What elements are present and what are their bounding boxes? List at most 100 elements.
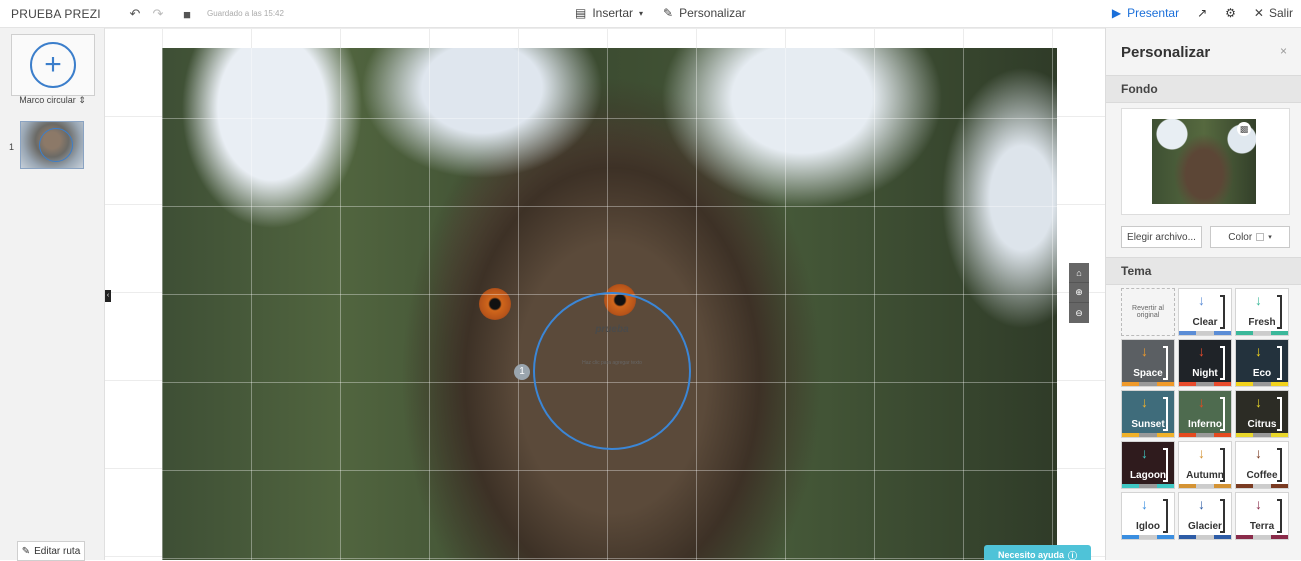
theme-name-label: Sunset	[1131, 419, 1165, 430]
theme-name-label: Clear	[1192, 317, 1218, 328]
theme-arrow-icon: ↓	[1198, 445, 1205, 461]
theme-eco[interactable]: ↓ Eco	[1235, 339, 1289, 387]
circular-frame[interactable]: prueba Haz clic para agregar texto	[533, 292, 691, 450]
theme-arrow-icon: ↓	[1255, 496, 1262, 512]
share-icon[interactable]: ↗	[1197, 6, 1207, 20]
theme-lagoon[interactable]: ↓ Lagoon	[1121, 441, 1175, 489]
home-icon[interactable]: ⌂	[1069, 263, 1089, 283]
theme-color-bars	[1122, 484, 1174, 488]
theme-color-bars	[1122, 535, 1174, 539]
theme-color-bars	[1236, 433, 1288, 437]
frames-sidebar: + Marco circular ⇕ 1 ✎ Editar ruta	[0, 28, 105, 561]
dropdown-arrow-icon: ▾	[1268, 234, 1272, 241]
theme-name-label: Space	[1133, 368, 1163, 379]
theme-name-label: Igloo	[1136, 521, 1160, 532]
theme-arrow-icon: ↓	[1141, 394, 1148, 410]
color-picker-button[interactable]: Color ▾	[1210, 226, 1290, 248]
zoom-controls: ⌂ ⊕ ⊖	[1069, 263, 1089, 323]
top-bar: PRUEBA PREZI ↶ ↷ ■ Guardado a las 15:42 …	[0, 0, 1301, 28]
customize-label: Personalizar	[679, 6, 746, 20]
edit-route-button[interactable]: ✎ Editar ruta	[17, 541, 85, 561]
presentation-title[interactable]: PRUEBA PREZI	[11, 7, 101, 21]
background-thumbnail: ▩	[1152, 119, 1256, 204]
frame-body-text[interactable]: Haz clic para agregar texto	[535, 360, 689, 366]
play-icon: ▶	[1111, 6, 1122, 20]
slide-thumbnail[interactable]	[20, 121, 84, 169]
theme-name-label: Terra	[1249, 521, 1275, 532]
theme-color-bars	[1179, 535, 1231, 539]
panel-close-icon[interactable]: ×	[1280, 44, 1287, 58]
question-icon: ⓘ	[1068, 550, 1078, 561]
theme-arrow-icon: ↓	[1198, 292, 1205, 308]
theme-name-label: Citrus	[1247, 419, 1277, 430]
theme-name-label: Autumn	[1186, 470, 1224, 481]
theme-name-label: Glacier	[1188, 521, 1222, 532]
settings-icon[interactable]: ⚙	[1225, 6, 1236, 20]
theme-coffee[interactable]: ↓ Coffee	[1235, 441, 1289, 489]
theme-citrus[interactable]: ↓ Citrus	[1235, 390, 1289, 438]
theme-autumn[interactable]: ↓ Autumn	[1178, 441, 1232, 489]
theme-name-label: Inferno	[1188, 419, 1222, 430]
trash-icon[interactable]: ▩	[1237, 122, 1251, 136]
saved-status: Guardado a las 15:42	[207, 9, 284, 18]
revert-label: Revertir al original	[1132, 305, 1164, 319]
theme-arrow-icon: ↓	[1198, 496, 1205, 512]
plus-icon: +	[30, 42, 76, 88]
customize-button[interactable]: ✎ Personalizar	[663, 6, 746, 20]
revert-theme-button[interactable]: Revertir al original	[1121, 288, 1175, 336]
present-label: Presentar	[1127, 6, 1180, 20]
theme-arrow-icon: ↓	[1198, 343, 1205, 359]
add-frame-button[interactable]: +	[11, 34, 95, 96]
theme-night[interactable]: ↓ Night	[1178, 339, 1232, 387]
theme-color-bars	[1122, 433, 1174, 437]
redo-icon[interactable]: ↷	[149, 5, 167, 23]
undo-icon[interactable]: ↶	[126, 5, 144, 23]
background-section-header: Fondo	[1106, 75, 1301, 103]
insert-menu[interactable]: ▤ Insertar ▾	[575, 6, 643, 20]
theme-name-label: Coffee	[1246, 470, 1278, 481]
choose-file-button[interactable]: Elegir archivo...	[1121, 226, 1202, 248]
save-icon[interactable]: ■	[178, 5, 196, 23]
theme-igloo[interactable]: ↓ Igloo	[1121, 492, 1175, 540]
theme-sunset[interactable]: ↓ Sunset	[1121, 390, 1175, 438]
pencil-icon: ✎	[663, 6, 674, 20]
help-label: Necesito ayuda	[997, 550, 1064, 560]
theme-glacier[interactable]: ↓ Glacier	[1178, 492, 1232, 540]
theme-color-bars	[1236, 484, 1288, 488]
color-swatch-icon	[1256, 233, 1265, 241]
theme-arrow-icon: ↓	[1255, 292, 1262, 308]
insert-label: Insertar	[592, 6, 634, 20]
zoom-out-icon[interactable]: ⊖	[1069, 303, 1089, 323]
slide-number: 1	[9, 142, 15, 152]
theme-name-label: Lagoon	[1129, 470, 1167, 481]
theme-space[interactable]: ↓ Space	[1121, 339, 1175, 387]
theme-clear[interactable]: ↓ Clear	[1178, 288, 1232, 336]
frame-path-number[interactable]: 1	[514, 364, 530, 380]
frame-title-text[interactable]: prueba	[535, 324, 689, 335]
customize-panel: Personalizar × Fondo ▩ Elegir archivo...…	[1105, 28, 1301, 560]
present-button[interactable]: ▶ Presentar	[1112, 6, 1179, 20]
theme-terra[interactable]: ↓ Terra	[1235, 492, 1289, 540]
theme-arrow-icon: ↓	[1141, 343, 1148, 359]
theme-color-bars	[1179, 382, 1231, 386]
theme-name-label: Fresh	[1248, 317, 1276, 328]
editing-canvas[interactable]: prueba Haz clic para agregar texto 1 ‹ ⌂…	[105, 28, 1105, 560]
exit-button[interactable]: ✕ Salir	[1254, 6, 1293, 20]
theme-color-bars	[1179, 331, 1231, 335]
help-button[interactable]: Necesito ayuda ⓘ	[984, 545, 1091, 560]
theme-inferno[interactable]: ↓ Inferno	[1178, 390, 1232, 438]
theme-fresh[interactable]: ↓ Fresh	[1235, 288, 1289, 336]
frame-type-label: Marco circular	[19, 95, 76, 105]
theme-color-bars	[1236, 535, 1288, 539]
image-insert-icon: ▤	[575, 6, 587, 20]
theme-arrow-icon: ↓	[1255, 343, 1262, 359]
frame-type-selector[interactable]: Marco circular ⇕	[0, 95, 105, 106]
theme-arrow-icon: ↓	[1141, 496, 1148, 512]
theme-arrow-icon: ↓	[1255, 394, 1262, 410]
sidebar-collapse-handle[interactable]: ‹	[105, 290, 111, 302]
theme-arrow-icon: ↓	[1198, 394, 1205, 410]
theme-color-bars	[1179, 433, 1231, 437]
theme-name-label: Eco	[1252, 368, 1272, 379]
zoom-in-icon[interactable]: ⊕	[1069, 283, 1089, 303]
exit-label: Salir	[1268, 6, 1293, 20]
